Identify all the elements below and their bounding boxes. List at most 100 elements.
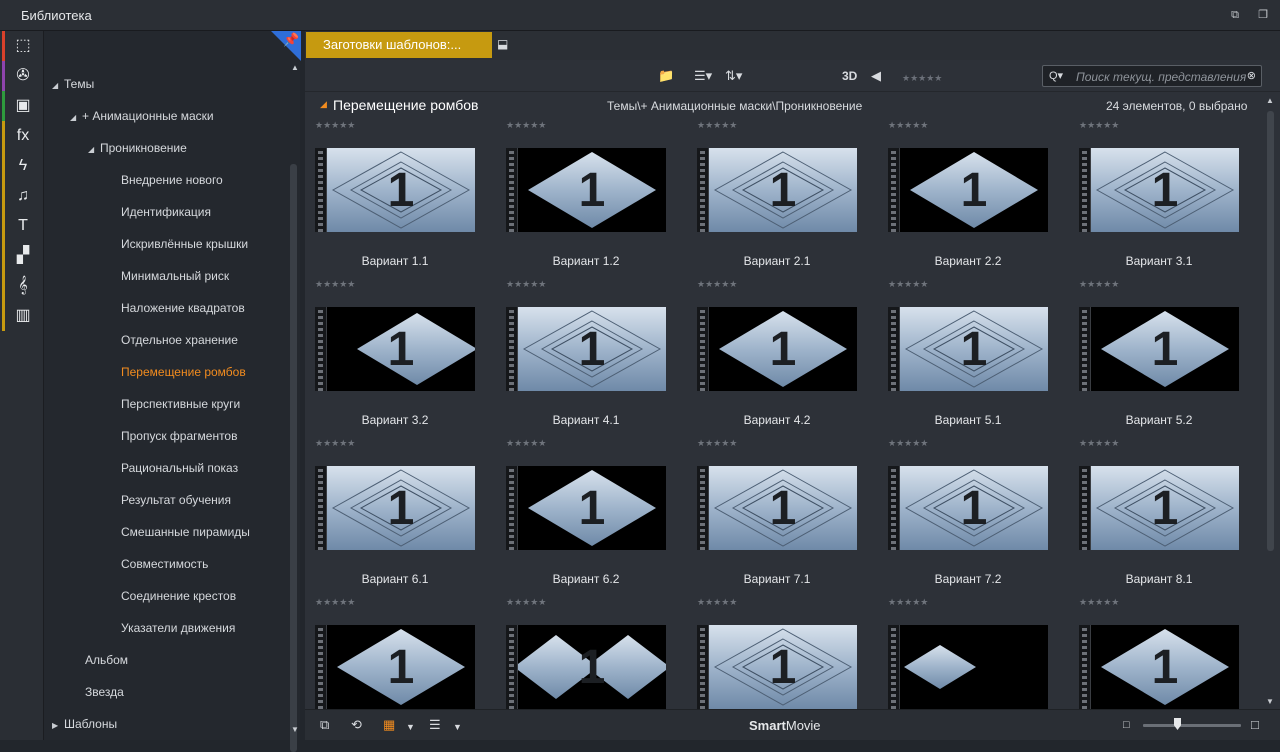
tile-rating[interactable]: ★★★★★ — [506, 120, 546, 131]
tile-rating[interactable]: ★★★★★ — [315, 438, 355, 449]
tile-thumbnail[interactable]: 1 — [697, 307, 857, 391]
tile-thumbnail[interactable]: 1 — [697, 148, 857, 232]
iconbar-item[interactable]: ▞ — [0, 241, 44, 271]
collapse-icon[interactable]: ◢ — [52, 76, 64, 96]
piano-icon[interactable]: ▥ — [12, 306, 34, 326]
iconbar-item[interactable]: ♫ — [0, 181, 44, 211]
template-tile[interactable]: ★★★★★ 1 Вариант 1.2 — [496, 116, 666, 275]
tile-thumbnail[interactable]: 1 — [1079, 466, 1239, 550]
tile-thumbnail[interactable]: 1 — [1079, 148, 1239, 232]
collapse-icon[interactable]: ◢ — [70, 108, 82, 128]
collapse-icon[interactable]: ◢ — [88, 140, 100, 160]
tile-rating[interactable]: ★★★★★ — [888, 438, 928, 449]
tile-thumbnail[interactable]: 1 — [506, 307, 666, 391]
chevron-down-icon[interactable]: ▼ — [453, 719, 462, 735]
iconbar-item[interactable]: ϟ — [0, 151, 44, 181]
template-tile[interactable]: ★★★★★ 1 Вариант 2.1 — [687, 116, 857, 275]
tile-thumbnail[interactable]: 1 — [697, 466, 857, 550]
restore-icon[interactable]: ❐ — [1256, 8, 1270, 22]
undock-icon[interactable]: ⧉ — [1228, 8, 1242, 22]
tree-item[interactable]: Перемещение ромбов — [121, 362, 246, 382]
thumbnail-size-slider[interactable] — [1143, 724, 1241, 727]
tab-template-presets[interactable]: Заготовки шаблонов:... — [306, 32, 492, 58]
collections-icon[interactable]: ⬚ — [12, 36, 34, 56]
tile-thumbnail[interactable] — [888, 625, 1048, 709]
template-tile[interactable]: ★★★★★ — [878, 593, 1048, 709]
tile-rating[interactable]: ★★★★★ — [1079, 438, 1119, 449]
tile-rating[interactable]: ★★★★★ — [888, 597, 928, 608]
template-tile[interactable]: ★★★★★ 1 Вариант 5.1 — [878, 275, 1048, 434]
tile-thumbnail[interactable]: 1 — [506, 625, 666, 709]
clear-search-icon[interactable]: ⊗ — [1247, 69, 1256, 82]
tile-thumbnail[interactable]: 1 — [315, 148, 475, 232]
iconbar-item[interactable]: 𝄞 — [0, 271, 44, 301]
tree-item[interactable]: Идентификация — [121, 202, 211, 222]
tile-thumbnail[interactable]: 1 — [506, 148, 666, 232]
tile-thumbnail[interactable]: 1 — [315, 466, 475, 550]
list-view-icon[interactable]: ☰▾ — [694, 68, 712, 84]
tile-rating[interactable]: ★★★★★ — [888, 279, 928, 290]
tile-rating[interactable]: ★★★★★ — [315, 597, 355, 608]
template-tile[interactable]: ★★★★★ 1 Вариант 4.1 — [496, 275, 666, 434]
iconbar-item[interactable]: ⬚ — [0, 31, 44, 61]
tile-rating[interactable]: ★★★★★ — [1079, 597, 1119, 608]
pin-icon[interactable]: 📌 — [283, 32, 299, 48]
tree-scroll-up-icon[interactable]: ▲ — [290, 63, 300, 73]
film-reel-icon[interactable]: ✇ — [12, 66, 34, 86]
tile-thumbnail[interactable]: 1 — [1079, 625, 1239, 709]
tree-item[interactable]: Наложение квадратов — [121, 298, 245, 318]
tree-item[interactable]: Результат обучения — [121, 490, 231, 510]
scorefitter-icon[interactable]: 𝄞 — [12, 276, 34, 296]
tag-icon[interactable]: ◀ — [871, 68, 881, 84]
tile-rating[interactable]: ★★★★★ — [1079, 120, 1119, 131]
large-size-icon[interactable]: □ — [1251, 717, 1259, 733]
rating-filter[interactable]: ★★★★★ — [902, 70, 942, 86]
chevron-down-icon[interactable]: ▼ — [406, 719, 415, 735]
tile-rating[interactable]: ★★★★★ — [506, 438, 546, 449]
template-tile[interactable]: ★★★★★ 1 Вариант 1.1 — [305, 116, 475, 275]
three-d-filter-button[interactable]: 3D — [842, 68, 857, 84]
tree-item[interactable]: Соединение крестов — [121, 586, 236, 606]
tile-rating[interactable]: ★★★★★ — [888, 120, 928, 131]
tree-item[interactable]: Указатели движения — [121, 618, 235, 638]
search-icon[interactable]: Q▾ — [1049, 69, 1063, 82]
slider-handle[interactable] — [1174, 718, 1181, 730]
tree-item[interactable]: Перспективные круги — [121, 394, 240, 414]
tile-thumbnail[interactable]: 1 — [315, 625, 475, 709]
folder-icon[interactable]: 📁 — [658, 68, 674, 84]
template-tile[interactable]: ★★★★★ 1 — [687, 593, 857, 709]
tree-item[interactable]: Внедрение нового — [121, 170, 223, 190]
tile-rating[interactable]: ★★★★★ — [506, 597, 546, 608]
tree-item-album[interactable]: Альбом — [85, 650, 128, 670]
fx-icon[interactable]: fx — [12, 126, 34, 146]
tile-thumbnail[interactable]: 1 — [888, 148, 1048, 232]
template-tile[interactable]: ★★★★★ 1 Вариант 2.2 — [878, 116, 1048, 275]
iconbar-item[interactable]: fx — [0, 121, 44, 151]
tree-item-animated-masks[interactable]: ◢ + Анимационные маски — [70, 106, 214, 126]
iconbar-item[interactable]: ▣ — [0, 91, 44, 121]
template-tile[interactable]: ★★★★★ 1 Вариант 4.2 — [687, 275, 857, 434]
template-tile[interactable]: ★★★★★ 1 Вариант 3.1 — [1069, 116, 1239, 275]
tile-thumbnail[interactable]: 1 — [888, 307, 1048, 391]
template-tile[interactable]: ★★★★★ 1 Вариант 5.2 — [1069, 275, 1239, 434]
tile-rating[interactable]: ★★★★★ — [697, 279, 737, 290]
tree-item[interactable]: Минимальный риск — [121, 266, 229, 286]
template-tile[interactable]: ★★★★★ 1 Вариант 7.1 — [687, 434, 857, 593]
template-tile[interactable]: ★★★★★ 1 — [1069, 593, 1239, 709]
iconbar-item[interactable]: ▥ — [0, 301, 44, 331]
tile-rating[interactable]: ★★★★★ — [315, 120, 355, 131]
iconbar-item[interactable]: T — [0, 211, 44, 241]
collapse-icon[interactable]: ◢ — [320, 99, 327, 110]
tree-item-templates[interactable]: ▶ Шаблоны — [52, 714, 117, 734]
tile-rating[interactable]: ★★★★★ — [697, 120, 737, 131]
tree-scroll-down-icon[interactable]: ▼ — [290, 725, 300, 735]
tile-thumbnail[interactable]: 1 — [315, 307, 475, 391]
tile-thumbnail[interactable]: 1 — [888, 466, 1048, 550]
template-tile[interactable]: ★★★★★ 1 Вариант 8.1 — [1069, 434, 1239, 593]
photos-icon[interactable]: ▣ — [12, 96, 34, 116]
template-tile[interactable]: ★★★★★ 1 Вариант 6.2 — [496, 434, 666, 593]
menu-icon[interactable]: ☰ — [429, 717, 441, 733]
tree-item[interactable]: Пропуск фрагментов — [121, 426, 237, 446]
tree-item[interactable]: Искривлённые крышки — [121, 234, 248, 254]
template-tile[interactable]: ★★★★★ 1 Вариант 3.2 — [305, 275, 475, 434]
